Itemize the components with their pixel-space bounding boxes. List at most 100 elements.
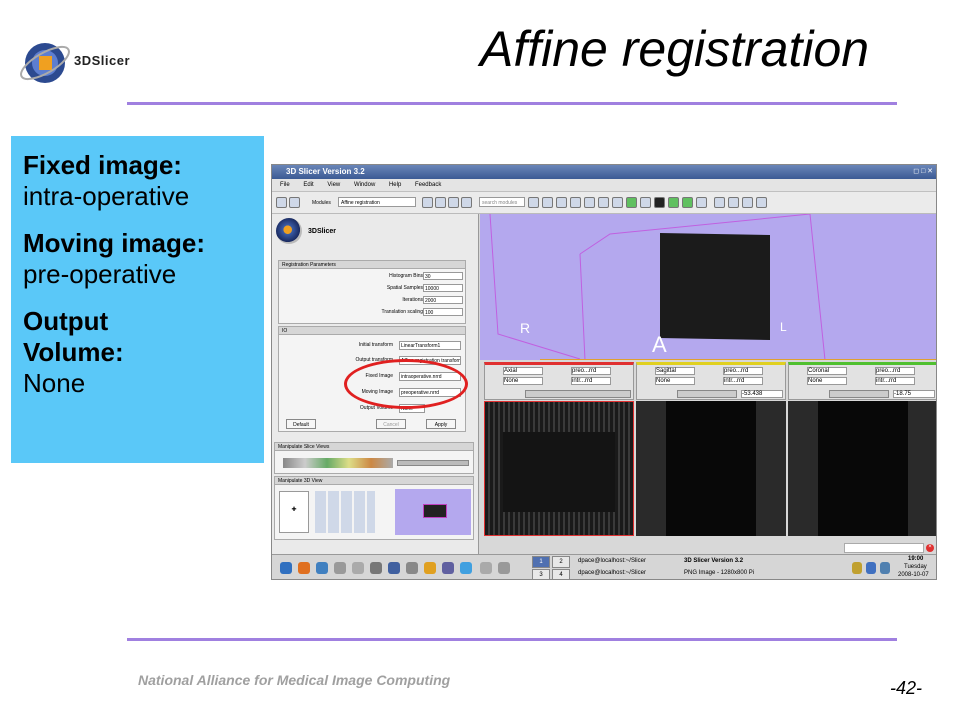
workspace-1[interactable]: 1 <box>532 556 550 568</box>
slice-orientation-select[interactable]: Coronal <box>807 367 847 375</box>
forward-icon[interactable] <box>435 197 446 208</box>
iterations-field[interactable]: 2000 <box>423 296 463 304</box>
view-thumbnail <box>395 489 471 535</box>
app-icon[interactable] <box>352 562 364 574</box>
tool-icon[interactable] <box>696 197 707 208</box>
menu-window[interactable]: Window <box>354 182 375 188</box>
apply-button[interactable]: Apply <box>426 419 456 429</box>
window-controls[interactable]: ◻ □ ✕ <box>913 167 933 175</box>
history-icon[interactable] <box>448 197 459 208</box>
tool-icon[interactable] <box>654 197 665 208</box>
home-icon[interactable] <box>276 197 287 208</box>
histogram-bins-field[interactable]: 30 <box>423 272 463 280</box>
app-icon[interactable] <box>334 562 346 574</box>
manipulate-3d-header[interactable]: Manipulate 3D View <box>275 477 473 485</box>
opacity-slider[interactable] <box>397 460 469 466</box>
translation-scaling-field[interactable]: 100 <box>423 308 463 316</box>
tool-icon[interactable] <box>584 197 595 208</box>
cancel-button[interactable]: Cancel <box>376 419 406 429</box>
workspace-2[interactable]: 2 <box>552 556 570 568</box>
back-icon[interactable] <box>422 197 433 208</box>
menu-help[interactable]: Help <box>389 182 401 188</box>
volume-icon[interactable] <box>880 562 890 574</box>
layout-icon[interactable] <box>461 197 472 208</box>
close-icon[interactable]: × <box>926 544 934 552</box>
slice-orientation-select[interactable]: Axial <box>503 367 543 375</box>
tool-icon[interactable] <box>714 197 725 208</box>
tool-icon[interactable] <box>626 197 637 208</box>
redo-icon[interactable] <box>682 197 693 208</box>
registration-parameters-header[interactable]: Registration Parameters <box>279 261 465 269</box>
tool-icon[interactable] <box>570 197 581 208</box>
slice-orientation-select[interactable]: Sagittal <box>655 367 695 375</box>
app-icon[interactable] <box>406 562 418 574</box>
io-header[interactable]: IO <box>279 327 465 335</box>
menu-feedback[interactable]: Feedback <box>415 182 441 188</box>
slice-offset-slider[interactable] <box>525 390 631 398</box>
default-button[interactable]: Default <box>286 419 316 429</box>
task-item[interactable]: PNG Image - 1280x800 Pi <box>684 570 754 576</box>
manipulate-slice-header[interactable]: Manipulate Slice Views <box>275 443 473 451</box>
tool-icon[interactable] <box>756 197 767 208</box>
tool-icon[interactable] <box>640 197 651 208</box>
view-axes-icon[interactable]: ✚ <box>279 491 309 533</box>
email-icon[interactable] <box>316 562 328 574</box>
slice-foreground-select[interactable]: preo...rrd <box>571 367 611 375</box>
sagittal-slice-view[interactable] <box>636 401 786 536</box>
task-item[interactable]: 3D Slicer Version 3.2 <box>684 558 743 564</box>
notes-box: Fixed image: intra-operative Moving imag… <box>11 136 264 463</box>
module-select[interactable]: Affine registration <box>338 197 416 207</box>
view-tools-icon[interactable] <box>315 491 375 533</box>
slice-offset-slider[interactable] <box>677 390 737 398</box>
network-icon[interactable] <box>866 562 876 574</box>
tool-icon[interactable] <box>728 197 739 208</box>
io-row: Initial transform LinearTransform1 <box>279 341 465 350</box>
module-search-input[interactable]: search modules <box>479 197 525 207</box>
app-icon[interactable] <box>388 562 400 574</box>
undo-icon[interactable] <box>668 197 679 208</box>
tool-icon[interactable] <box>542 197 553 208</box>
slice-tools-icon[interactable] <box>283 458 393 468</box>
slice-offset-field[interactable]: -18.75 <box>893 390 935 398</box>
modules-label: Modules <box>312 200 331 206</box>
firefox-icon[interactable] <box>298 562 310 574</box>
slice-foreground-select[interactable]: preo...rrd <box>875 367 915 375</box>
app-icon[interactable] <box>498 562 510 574</box>
slice-label-select[interactable]: None <box>807 377 847 385</box>
tray-icon[interactable] <box>852 562 862 574</box>
slice-label-select[interactable]: None <box>655 377 695 385</box>
task-item[interactable]: dpace@localhost:~/Slicer <box>578 558 646 564</box>
slice-foreground-select[interactable]: preo...rrd <box>723 367 763 375</box>
slice-offset-slider[interactable] <box>829 390 889 398</box>
3d-view[interactable]: R L A <box>480 214 936 360</box>
initial-transform-select[interactable]: LinearTransform1 <box>399 341 461 350</box>
skype-icon[interactable] <box>460 562 472 574</box>
search-icon[interactable] <box>528 197 539 208</box>
task-item[interactable]: dpace@localhost:~/Slicer <box>578 570 646 576</box>
slice-offset-field[interactable]: -53.438 <box>741 390 783 398</box>
menu-file[interactable]: File <box>280 182 290 188</box>
workspace-4[interactable]: 4 <box>552 569 570 579</box>
axial-slice-view[interactable] <box>484 401 634 536</box>
app-icon[interactable] <box>442 562 454 574</box>
tool-icon[interactable] <box>612 197 623 208</box>
fedora-icon[interactable] <box>280 562 292 574</box>
status-field <box>844 543 924 553</box>
menu-edit[interactable]: Edit <box>303 182 313 188</box>
footer-text: National Alliance for Medical Image Comp… <box>138 672 451 688</box>
slice-background-select[interactable]: intr...rrd <box>723 377 763 385</box>
slice-background-select[interactable]: intr...rrd <box>571 377 611 385</box>
workspace-3[interactable]: 3 <box>532 569 550 579</box>
tool-icon[interactable] <box>598 197 609 208</box>
tool-icon[interactable] <box>556 197 567 208</box>
slice-label-select[interactable]: None <box>503 377 543 385</box>
spatial-samples-field[interactable]: 10000 <box>423 284 463 292</box>
app-icon[interactable] <box>370 562 382 574</box>
save-icon[interactable] <box>289 197 300 208</box>
tool-icon[interactable] <box>742 197 753 208</box>
app-icon[interactable] <box>424 562 436 574</box>
app-icon[interactable] <box>480 562 492 574</box>
menu-view[interactable]: View <box>327 182 340 188</box>
slice-background-select[interactable]: intr...rrd <box>875 377 915 385</box>
coronal-slice-view[interactable] <box>788 401 936 536</box>
